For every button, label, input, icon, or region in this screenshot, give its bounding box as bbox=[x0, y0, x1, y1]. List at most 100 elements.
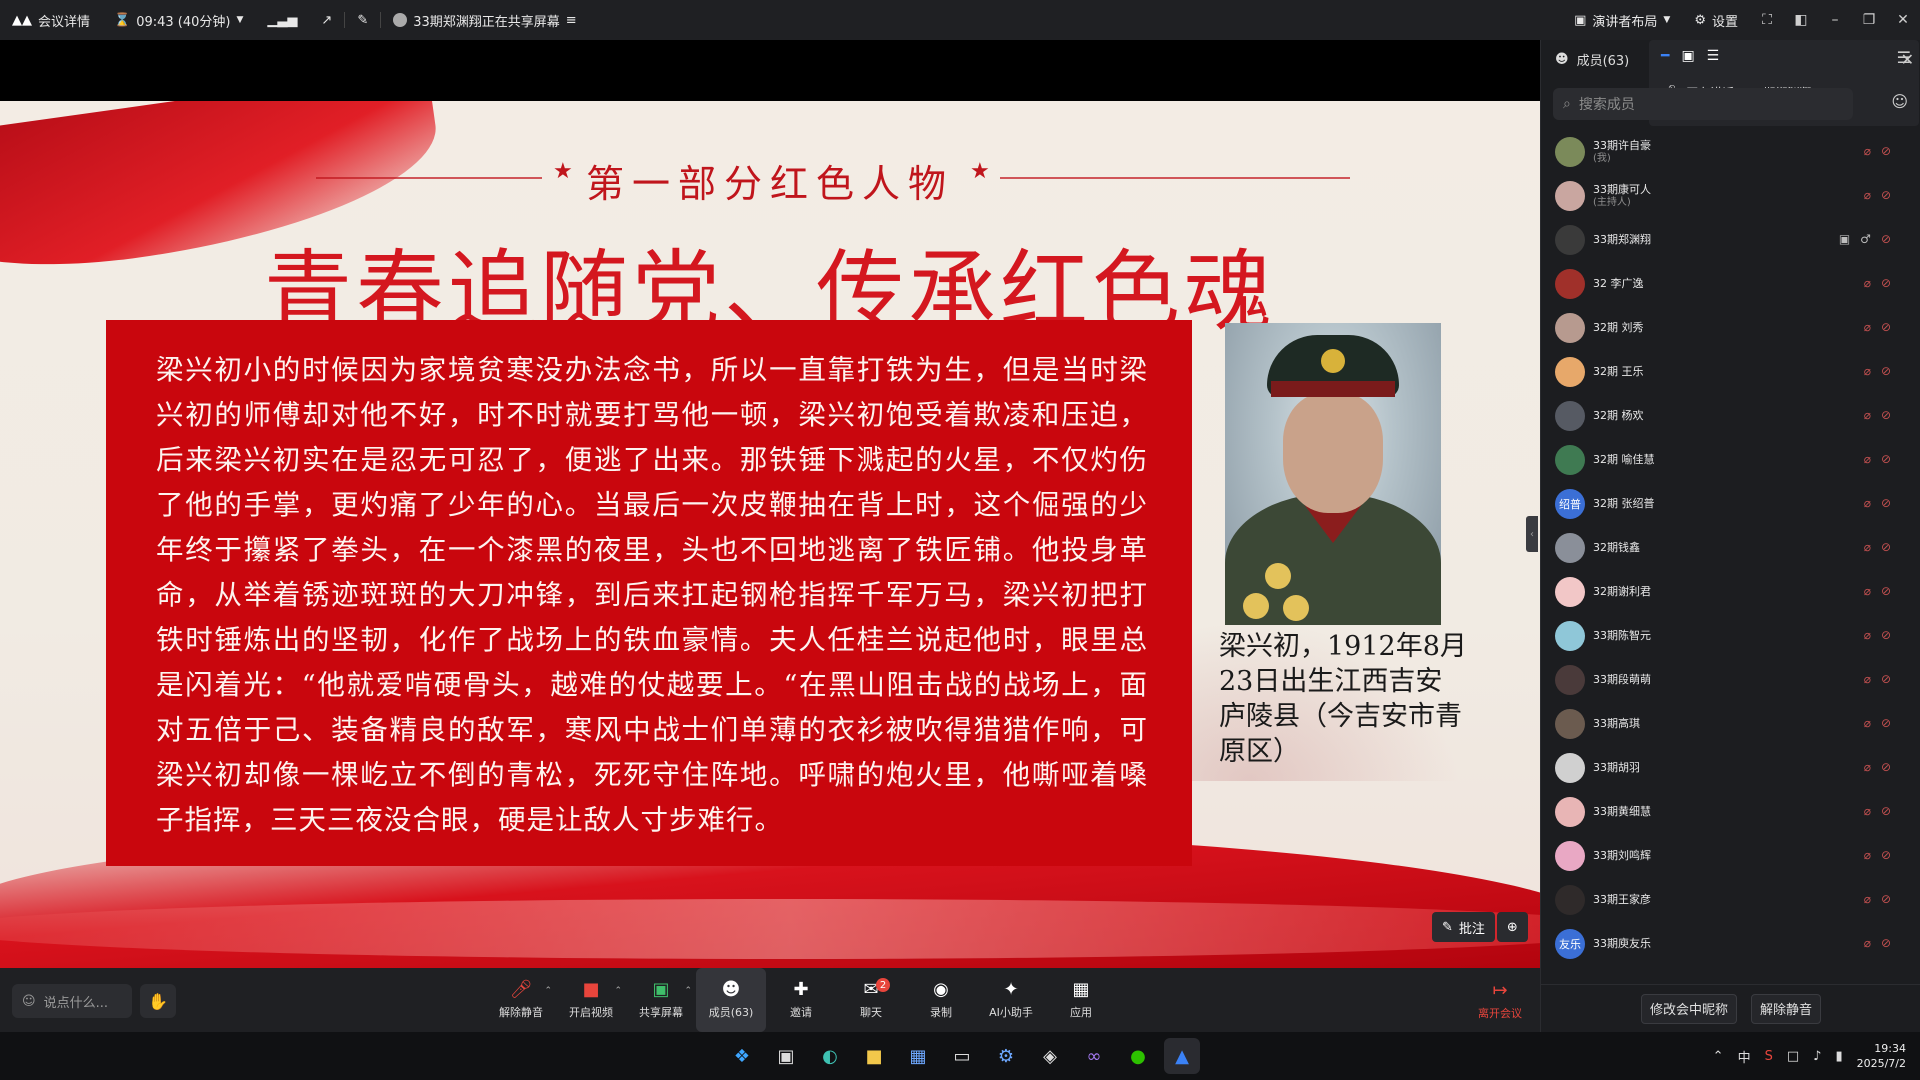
sidebar-toggle-button[interactable]: ◧ bbox=[1784, 0, 1818, 40]
volume-icon[interactable]: ♪ bbox=[1813, 1049, 1821, 1064]
member-row[interactable]: 33期郑渊翔 ▣ ♂ ⊘ bbox=[1541, 218, 1920, 262]
mic-muted-icon[interactable]: ⌀ bbox=[1864, 496, 1871, 510]
mic-muted-icon[interactable]: ⌀ bbox=[1864, 804, 1871, 818]
say-something-input[interactable]: ☺ 说点什么... bbox=[12, 984, 132, 1018]
camera-off-icon[interactable]: ⊘ bbox=[1881, 672, 1891, 686]
member-row[interactable]: 33期许自豪 (我) ⌀ ⊘ bbox=[1541, 130, 1920, 174]
file-explorer-button[interactable]: ■ bbox=[856, 1038, 892, 1074]
speaker-bar-icon[interactable]: ━ bbox=[1661, 48, 1669, 64]
fullscreen-button[interactable]: ⛶ bbox=[1750, 0, 1784, 40]
camera-off-icon[interactable]: ⊘ bbox=[1881, 188, 1891, 202]
members-button[interactable]: ☻ 成员(63) bbox=[696, 968, 766, 1032]
close-panel-button[interactable]: ✕ bbox=[1901, 50, 1914, 69]
ime-indicator[interactable]: 中 bbox=[1738, 1047, 1751, 1066]
camera-off-icon[interactable]: ⊘ bbox=[1881, 892, 1891, 906]
mic-muted-icon[interactable]: ⌀ bbox=[1864, 892, 1871, 906]
mic-icon[interactable]: ♂ bbox=[1860, 232, 1871, 246]
camera-off-icon[interactable]: ⊘ bbox=[1881, 144, 1891, 158]
mic-muted-icon[interactable]: ⌀ bbox=[1864, 452, 1871, 466]
member-row[interactable]: 32期 喻佳慧 ⌀ ⊘ bbox=[1541, 438, 1920, 482]
mic-muted-icon[interactable]: ⌀ bbox=[1864, 936, 1871, 950]
camera-off-icon[interactable]: ⊘ bbox=[1881, 232, 1891, 246]
camera-off-icon[interactable]: ⊘ bbox=[1881, 408, 1891, 422]
camera-off-icon[interactable]: ⊘ bbox=[1881, 628, 1891, 642]
battery-icon[interactable]: ▮ bbox=[1835, 1049, 1842, 1064]
camera-off-icon[interactable]: ⊘ bbox=[1881, 936, 1891, 950]
camera-off-icon[interactable]: ⊘ bbox=[1881, 540, 1891, 554]
unity-button[interactable]: ◈ bbox=[1032, 1038, 1068, 1074]
window-icon[interactable]: ▣ bbox=[1681, 48, 1694, 64]
mic-muted-icon[interactable]: ⌀ bbox=[1864, 320, 1871, 334]
member-row[interactable]: 33期康可人 (主持人) ⌀ ⊘ bbox=[1541, 174, 1920, 218]
restore-button[interactable]: ❐ bbox=[1852, 0, 1886, 40]
camera-off-icon[interactable]: ⊘ bbox=[1881, 716, 1891, 730]
member-row[interactable]: 绍普 32期 张绍普 ⌀ ⊘ bbox=[1541, 482, 1920, 526]
raise-hand-button[interactable]: ✋ bbox=[140, 984, 176, 1018]
mic-muted-icon[interactable]: ⌀ bbox=[1864, 760, 1871, 774]
minimize-button[interactable]: – bbox=[1818, 0, 1852, 40]
chat-button[interactable]: ✉ 2 聊天 bbox=[836, 968, 906, 1032]
mic-muted-icon[interactable]: ⌀ bbox=[1864, 408, 1871, 422]
member-row[interactable]: 32期 杨欢 ⌀ ⊘ bbox=[1541, 394, 1920, 438]
rename-button[interactable]: 修改会中昵称 bbox=[1640, 993, 1737, 1024]
mic-muted-icon[interactable]: ⌀ bbox=[1864, 540, 1871, 554]
mic-muted-icon[interactable]: ⌀ bbox=[1864, 716, 1871, 730]
mic-muted-icon[interactable]: ⌀ bbox=[1864, 584, 1871, 598]
meeting-details-button[interactable]: ▲▲ 会议详情 bbox=[0, 0, 102, 40]
settings-button[interactable]: ⚙ 设置 bbox=[1682, 0, 1750, 40]
mic-muted-icon[interactable]: ⌀ bbox=[1864, 628, 1871, 642]
chevron-up-icon[interactable]: ⌃ bbox=[544, 986, 552, 996]
meeting-app-button[interactable]: ▲ bbox=[1164, 1038, 1200, 1074]
panel-collapse-handle[interactable]: ‹ bbox=[1526, 516, 1538, 552]
chevron-up-icon[interactable]: ⌃ bbox=[684, 986, 692, 996]
member-row[interactable]: 32期谢利君 ⌀ ⊘ bbox=[1541, 570, 1920, 614]
camera-off-icon[interactable]: ⊘ bbox=[1881, 584, 1891, 598]
mic-muted-icon[interactable]: ⌀ bbox=[1864, 848, 1871, 862]
start-button[interactable]: ❖ bbox=[724, 1038, 760, 1074]
wechat-button[interactable]: ● bbox=[1120, 1038, 1156, 1074]
network-icon[interactable]: □ bbox=[1787, 1049, 1799, 1064]
member-row[interactable]: 33期高琪 ⌀ ⊘ bbox=[1541, 702, 1920, 746]
meeting-timer[interactable]: ⌛ 09:43 (40分钟) ▼ bbox=[102, 0, 255, 40]
edge-button[interactable]: ◐ bbox=[812, 1038, 848, 1074]
panel-unmute-button[interactable]: 解除静音 bbox=[1751, 993, 1822, 1024]
member-row[interactable]: 32期 王乐 ⌀ ⊘ bbox=[1541, 350, 1920, 394]
leave-meeting-button[interactable]: ↦ 离开会议 bbox=[1470, 978, 1530, 1022]
camera-off-icon[interactable]: ⊘ bbox=[1881, 276, 1891, 290]
camera-off-icon[interactable]: ⊘ bbox=[1881, 496, 1891, 510]
camera-off-icon[interactable]: ⊘ bbox=[1881, 452, 1891, 466]
sharing-status[interactable]: 33期郑渊翔正在共享屏幕 ≡ bbox=[381, 0, 588, 40]
camera-off-icon[interactable]: ⊘ bbox=[1881, 760, 1891, 774]
member-row[interactable]: 33期胡羽 ⌀ ⊘ bbox=[1541, 746, 1920, 790]
mic-muted-icon[interactable]: ⌀ bbox=[1864, 364, 1871, 378]
add-member-button[interactable]: ☺ bbox=[1891, 92, 1908, 111]
zoom-button[interactable]: ⊕ bbox=[1496, 912, 1528, 942]
visual-studio-button[interactable]: ∞ bbox=[1076, 1038, 1112, 1074]
mic-muted-icon[interactable]: ⌀ bbox=[1864, 144, 1871, 158]
member-row[interactable]: 33期黄细慧 ⌀ ⊘ bbox=[1541, 790, 1920, 834]
member-row[interactable]: 33期段萌萌 ⌀ ⊘ bbox=[1541, 658, 1920, 702]
chevron-up-icon[interactable]: ⌃ bbox=[614, 986, 622, 996]
camera-off-icon[interactable]: ⊘ bbox=[1881, 848, 1891, 862]
member-row[interactable]: 友乐 33期庾友乐 ⌀ ⊘ bbox=[1541, 922, 1920, 966]
member-row[interactable]: 33期陈智元 ⌀ ⊘ bbox=[1541, 614, 1920, 658]
popout-button[interactable]: ↗ bbox=[309, 0, 344, 40]
member-row[interactable]: 33期王家彦 ⌀ ⊘ bbox=[1541, 878, 1920, 922]
unmute-button[interactable]: 🎤︎ 解除静音 ⌃ bbox=[486, 968, 556, 1032]
sogou-icon[interactable]: S bbox=[1765, 1049, 1773, 1064]
store-button[interactable]: ▦ bbox=[900, 1038, 936, 1074]
mic-muted-icon[interactable]: ⌀ bbox=[1864, 276, 1871, 290]
member-row[interactable]: 33期刘鸣辉 ⌀ ⊘ bbox=[1541, 834, 1920, 878]
apps-button[interactable]: ▦ 应用 bbox=[1046, 968, 1116, 1032]
ai-assistant-button[interactable]: ✦ AI小助手 bbox=[976, 968, 1046, 1032]
list-icon[interactable]: ☰ bbox=[1707, 48, 1720, 64]
chevron-up-icon[interactable]: ⌃ bbox=[1713, 1049, 1724, 1064]
signal-button[interactable]: ▁▃▅ bbox=[255, 0, 309, 40]
presenter-layout-button[interactable]: ▣ 演讲者布局 ▼ bbox=[1562, 0, 1682, 40]
task-view-button[interactable]: ▣ bbox=[768, 1038, 804, 1074]
annotate-button[interactable]: ✎ 批注 bbox=[1432, 912, 1495, 942]
camera-off-icon[interactable]: ⊘ bbox=[1881, 364, 1891, 378]
invite-button[interactable]: ✚ 邀请 bbox=[766, 968, 836, 1032]
mic-muted-icon[interactable]: ⌀ bbox=[1864, 188, 1871, 202]
record-button[interactable]: ◉ 录制 bbox=[906, 968, 976, 1032]
